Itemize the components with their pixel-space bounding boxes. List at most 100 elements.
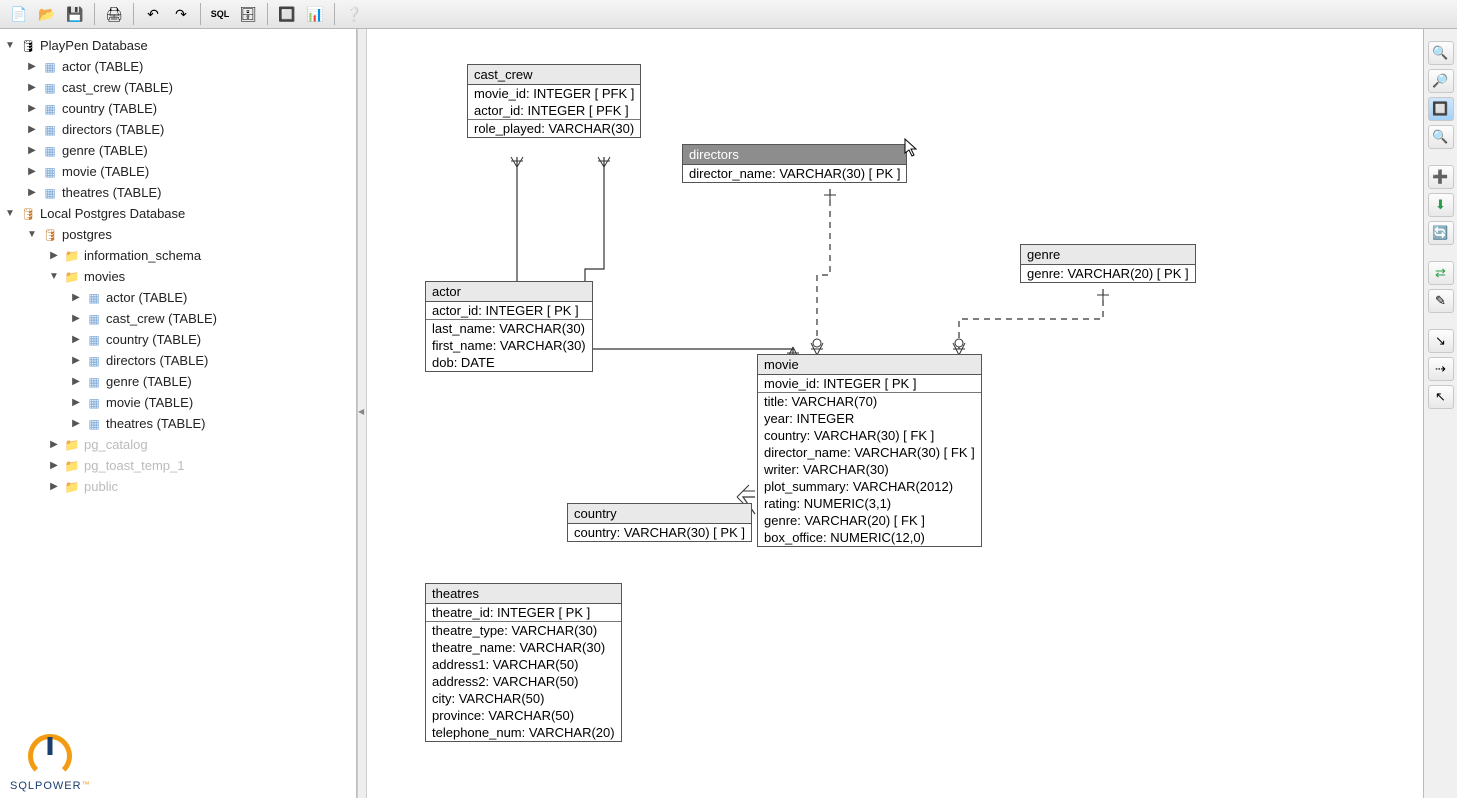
tree-root-local-pg[interactable]: ▼ 🛢 Local Postgres Database	[2, 203, 354, 224]
chevron-right-icon[interactable]: ▶	[48, 250, 60, 261]
tree-table-node[interactable]: ▶▦cast_crew (TABLE)	[2, 77, 354, 98]
tree-node-postgres[interactable]: ▼ 🛢 postgres	[2, 224, 354, 245]
erd-column[interactable]: actor_id: INTEGER [ PFK ]	[468, 102, 640, 119]
toolbar-open[interactable]: 📂	[34, 2, 60, 26]
zoom-in-button[interactable]: 🔍	[1428, 41, 1454, 65]
chevron-right-icon[interactable]: ▶	[70, 418, 82, 429]
tree-node-pg-catalog[interactable]: ▶ 📁 pg_catalog	[2, 434, 354, 455]
erd-column[interactable]: province: VARCHAR(50)	[426, 707, 621, 724]
chevron-right-icon[interactable]: ▶	[70, 397, 82, 408]
tree-table-node[interactable]: ▶▦cast_crew (TABLE)	[2, 308, 354, 329]
tree-table-node[interactable]: ▶▦country (TABLE)	[2, 329, 354, 350]
zoom-out-button[interactable]: 🔎	[1428, 69, 1454, 93]
toolbar-save[interactable]: 💾	[62, 2, 88, 26]
erd-column[interactable]: plot_summary: VARCHAR(2012)	[758, 478, 981, 495]
erd-column[interactable]: address1: VARCHAR(50)	[426, 656, 621, 673]
erd-column[interactable]: dob: DATE	[426, 354, 592, 371]
chevron-right-icon[interactable]: ▶	[26, 187, 38, 198]
chevron-right-icon[interactable]: ▶	[48, 460, 60, 471]
erd-table-directors[interactable]: directors director_name: VARCHAR(30) [ P…	[682, 144, 907, 183]
tree-table-node[interactable]: ▶▦movie (TABLE)	[2, 161, 354, 182]
erd-table-theatres[interactable]: theatres theatre_id: INTEGER [ PK ] thea…	[425, 583, 622, 742]
toolbar-layout[interactable]: 🔲	[274, 2, 300, 26]
tree-table-node[interactable]: ▶▦directors (TABLE)	[2, 350, 354, 371]
chevron-right-icon[interactable]: ▶	[26, 82, 38, 93]
erd-column[interactable]: last_name: VARCHAR(30)	[426, 320, 592, 337]
relation-id-button[interactable]: ↘	[1428, 329, 1454, 353]
toolbar-print[interactable]: 🖨	[101, 2, 127, 26]
tree-node-movies-schema[interactable]: ▼ 📁 movies	[2, 266, 354, 287]
chevron-down-icon[interactable]: ▼	[4, 208, 16, 219]
tree-node-public[interactable]: ▶ 📁 public	[2, 476, 354, 497]
tree-table-node[interactable]: ▶▦movie (TABLE)	[2, 392, 354, 413]
chevron-right-icon[interactable]: ▶	[26, 166, 38, 177]
erd-column[interactable]: director_name: VARCHAR(30) [ FK ]	[758, 444, 981, 461]
erd-table-movie[interactable]: movie movie_id: INTEGER [ PK ] title: VA…	[757, 354, 982, 547]
chevron-right-icon[interactable]: ▶	[70, 334, 82, 345]
tree-table-node[interactable]: ▶▦genre (TABLE)	[2, 371, 354, 392]
tree-node-pg-toast[interactable]: ▶ 📁 pg_toast_temp_1	[2, 455, 354, 476]
new-table-button[interactable]: ➕	[1428, 165, 1454, 189]
erd-column[interactable]: title: VARCHAR(70)	[758, 393, 981, 410]
tree-table-node[interactable]: ▶▦theatres (TABLE)	[2, 182, 354, 203]
relation-nonid-button[interactable]: ⇢	[1428, 357, 1454, 381]
erd-column[interactable]: role_played: VARCHAR(30)	[468, 120, 640, 137]
chevron-right-icon[interactable]: ▶	[26, 61, 38, 72]
erd-column[interactable]: movie_id: INTEGER [ PFK ]	[468, 85, 640, 102]
sidebar-resize-handle[interactable]	[357, 29, 367, 798]
toolbar-help[interactable]: ❔	[341, 2, 367, 26]
erd-column[interactable]: movie_id: INTEGER [ PK ]	[758, 375, 981, 392]
erd-column[interactable]: box_office: NUMERIC(12,0)	[758, 529, 981, 546]
erd-column[interactable]: writer: VARCHAR(30)	[758, 461, 981, 478]
erd-column[interactable]: country: VARCHAR(30) [ FK ]	[758, 427, 981, 444]
tree-table-node[interactable]: ▶▦country (TABLE)	[2, 98, 354, 119]
erd-column[interactable]: telephone_num: VARCHAR(20)	[426, 724, 621, 741]
erd-column[interactable]: city: VARCHAR(50)	[426, 690, 621, 707]
erd-column[interactable]: rating: NUMERIC(3,1)	[758, 495, 981, 512]
chevron-down-icon[interactable]: ▼	[48, 271, 60, 282]
toolbar-undo[interactable]: ↶	[140, 2, 166, 26]
toolbar-redo[interactable]: ↷	[168, 2, 194, 26]
chevron-right-icon[interactable]: ▶	[26, 145, 38, 156]
chevron-right-icon[interactable]: ▶	[48, 439, 60, 450]
erd-column[interactable]: first_name: VARCHAR(30)	[426, 337, 592, 354]
tree-table-node[interactable]: ▶▦theatres (TABLE)	[2, 413, 354, 434]
erd-column[interactable]: theatre_name: VARCHAR(30)	[426, 639, 621, 656]
erd-table-actor[interactable]: actor actor_id: INTEGER [ PK ] last_name…	[425, 281, 593, 372]
erd-column[interactable]: genre: VARCHAR(20) [ PK ]	[1021, 265, 1195, 282]
tree-table-node[interactable]: ▶▦genre (TABLE)	[2, 140, 354, 161]
chevron-down-icon[interactable]: ▼	[26, 229, 38, 240]
erd-column[interactable]: genre: VARCHAR(20) [ FK ]	[758, 512, 981, 529]
zoom-fit-button[interactable]: 🔲	[1428, 97, 1454, 121]
chevron-right-icon[interactable]: ▶	[48, 481, 60, 492]
edit-button[interactable]: ✎	[1428, 289, 1454, 313]
compare-button[interactable]: ⇄	[1428, 261, 1454, 285]
sync-button[interactable]: 🔄	[1428, 221, 1454, 245]
toolbar-report[interactable]: 📊	[302, 2, 328, 26]
chevron-right-icon[interactable]: ▶	[26, 103, 38, 114]
tree-table-node[interactable]: ▶▦actor (TABLE)	[2, 56, 354, 77]
toolbar-ddl[interactable]: 🗄	[235, 2, 261, 26]
erd-column[interactable]: address2: VARCHAR(50)	[426, 673, 621, 690]
erd-column[interactable]: actor_id: INTEGER [ PK ]	[426, 302, 592, 319]
erd-column[interactable]: theatre_id: INTEGER [ PK ]	[426, 604, 621, 621]
zoom-reset-button[interactable]: 🔍	[1428, 125, 1454, 149]
chevron-right-icon[interactable]: ▶	[70, 292, 82, 303]
chevron-right-icon[interactable]: ▶	[70, 376, 82, 387]
erd-table-cast-crew[interactable]: cast_crew movie_id: INTEGER [ PFK ]actor…	[467, 64, 641, 138]
chevron-right-icon[interactable]: ▶	[26, 124, 38, 135]
chevron-right-icon[interactable]: ▶	[70, 313, 82, 324]
erd-canvas[interactable]: cast_crew movie_id: INTEGER [ PFK ]actor…	[367, 29, 1423, 798]
erd-table-genre[interactable]: genre genre: VARCHAR(20) [ PK ]	[1020, 244, 1196, 283]
chevron-down-icon[interactable]: ▼	[4, 40, 16, 51]
erd-column[interactable]: year: INTEGER	[758, 410, 981, 427]
erd-column[interactable]: country: VARCHAR(30) [ PK ]	[568, 524, 751, 541]
erd-column[interactable]: theatre_type: VARCHAR(30)	[426, 622, 621, 639]
tree-node-info-schema[interactable]: ▶ 📁 information_schema	[2, 245, 354, 266]
toolbar-sql[interactable]: SQL	[207, 2, 233, 26]
chevron-right-icon[interactable]: ▶	[70, 355, 82, 366]
tree-table-node[interactable]: ▶▦actor (TABLE)	[2, 287, 354, 308]
cursor-tool-button[interactable]: ↖	[1428, 385, 1454, 409]
tree-root-playpen[interactable]: ▼ 🛢 PlayPen Database	[2, 35, 354, 56]
export-button[interactable]: ⬇	[1428, 193, 1454, 217]
